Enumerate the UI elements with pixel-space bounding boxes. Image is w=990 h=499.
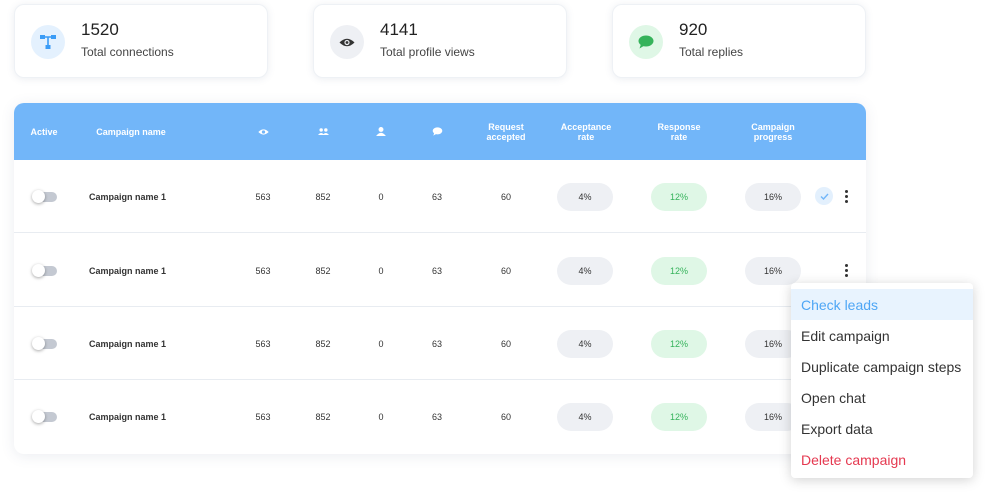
stat-card-profile-views: 4141 Total profile views xyxy=(313,4,567,78)
header-acceptance-rate: Acceptance rate xyxy=(560,121,612,142)
replies-count: 63 xyxy=(431,411,442,422)
stat-label: Total replies xyxy=(679,45,744,59)
table-row: Campaign name 1 563 852 0 63 60 4% 12% 1… xyxy=(14,160,866,233)
row-menu-button[interactable] xyxy=(840,160,852,233)
active-toggle[interactable] xyxy=(32,160,58,233)
table-row: Campaign name 1 563 852 0 63 60 4% 12% 1… xyxy=(14,234,866,307)
inmails-count: 0 xyxy=(378,411,384,422)
acceptance-rate: 4% xyxy=(557,380,613,453)
row-context-menu: Check leads Edit campaign Duplicate camp… xyxy=(791,283,973,478)
replies-count: 63 xyxy=(431,338,442,349)
eye-icon xyxy=(330,25,364,59)
response-rate: 12% xyxy=(651,160,707,233)
response-rate: 12% xyxy=(651,380,707,453)
stat-value: 1520 xyxy=(81,20,119,39)
table-header: Active Campaign name Request accepted Ac… xyxy=(14,103,866,160)
response-rate: 12% xyxy=(651,307,707,380)
menu-item-export-data[interactable]: Export data xyxy=(791,413,973,444)
menu-item-check-leads[interactable]: Check leads xyxy=(791,289,973,320)
accepted-count: 60 xyxy=(500,411,511,422)
acceptance-rate: 4% xyxy=(557,160,613,233)
active-toggle[interactable] xyxy=(32,234,58,307)
accepted-count: 60 xyxy=(500,191,511,202)
accepted-count: 60 xyxy=(500,265,511,276)
chat-bubble-icon xyxy=(629,25,663,59)
campaign-name[interactable]: Campaign name 1 xyxy=(89,234,229,307)
header-active: Active xyxy=(30,126,58,137)
menu-item-open-chat[interactable]: Open chat xyxy=(791,382,973,413)
menu-item-duplicate-steps[interactable]: Duplicate campaign steps xyxy=(791,351,973,382)
stat-label: Total profile views xyxy=(380,45,475,59)
campaigns-page: 1520 Total connections 4141 Total profil… xyxy=(0,0,990,499)
inmails-count: 0 xyxy=(378,191,384,202)
views-count: 563 xyxy=(255,191,271,202)
header-people-icon xyxy=(311,103,335,160)
header-profile-icon xyxy=(369,103,393,160)
table-row: Campaign name 1 563 852 0 63 60 4% 12% 1… xyxy=(14,307,866,380)
menu-item-delete-campaign[interactable]: Delete campaign xyxy=(791,444,973,475)
header-response-rate: Response rate xyxy=(657,121,701,142)
inmails-count: 0 xyxy=(378,265,384,276)
connections-icon xyxy=(31,25,65,59)
response-rate: 12% xyxy=(651,234,707,307)
stat-value: 920 xyxy=(679,20,708,39)
campaign-name[interactable]: Campaign name 1 xyxy=(89,380,229,453)
campaign-progress: 16% xyxy=(745,160,801,233)
connections-count: 852 xyxy=(315,411,331,422)
connections-count: 852 xyxy=(315,338,331,349)
header-campaign-name: Campaign name xyxy=(96,126,166,137)
header-request-accepted: Request accepted xyxy=(486,121,526,142)
views-count: 563 xyxy=(255,411,271,422)
connections-count: 852 xyxy=(315,191,331,202)
acceptance-rate: 4% xyxy=(557,234,613,307)
replies-count: 63 xyxy=(431,191,442,202)
acceptance-rate: 4% xyxy=(557,307,613,380)
stat-card-connections: 1520 Total connections xyxy=(14,4,268,78)
accepted-count: 60 xyxy=(500,338,511,349)
campaign-name[interactable]: Campaign name 1 xyxy=(89,160,229,233)
active-toggle[interactable] xyxy=(32,307,58,380)
header-campaign-progress: Campaign progress xyxy=(751,121,795,142)
header-replies-icon xyxy=(425,103,449,160)
menu-item-edit-campaign[interactable]: Edit campaign xyxy=(791,320,973,351)
table-row: Campaign name 1 563 852 0 63 60 4% 12% 1… xyxy=(14,380,866,453)
campaign-name[interactable]: Campaign name 1 xyxy=(89,307,229,380)
stat-card-replies: 920 Total replies xyxy=(612,4,866,78)
connections-count: 852 xyxy=(315,265,331,276)
check-icon[interactable] xyxy=(815,187,833,205)
inmails-count: 0 xyxy=(378,338,384,349)
campaign-table: Active Campaign name Request accepted Ac… xyxy=(14,103,866,454)
header-views-icon xyxy=(251,103,275,160)
views-count: 563 xyxy=(255,265,271,276)
stat-label: Total connections xyxy=(81,45,174,59)
stat-value: 4141 xyxy=(380,20,418,39)
active-toggle[interactable] xyxy=(32,380,58,453)
views-count: 563 xyxy=(255,338,271,349)
replies-count: 63 xyxy=(431,265,442,276)
